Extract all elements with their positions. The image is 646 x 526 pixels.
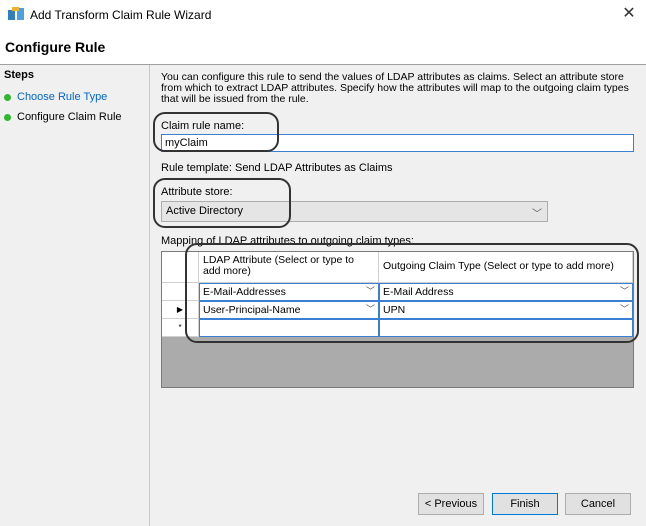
page-title: Configure Rule xyxy=(5,39,106,55)
sidebar-item-label: Choose Rule Type xyxy=(17,91,108,103)
steps-heading: Steps xyxy=(4,69,34,81)
sidebar-item-label: Configure Claim Rule xyxy=(17,111,122,123)
step-current-icon xyxy=(4,113,11,121)
close-icon[interactable]: ✕ xyxy=(620,4,638,24)
title-bar: Add Transform Claim Rule Wizard ✕ xyxy=(0,0,646,30)
cancel-button[interactable]: Cancel xyxy=(565,493,631,515)
sidebar-item-configure-claim-rule: Configure Claim Rule xyxy=(4,109,122,125)
highlight-outline xyxy=(185,243,639,343)
wizard-header: Configure Rule xyxy=(0,30,646,64)
highlight-outline xyxy=(153,178,291,228)
server-icon xyxy=(8,7,24,20)
highlight-outline xyxy=(153,112,279,152)
steps-sidebar: Steps Choose Rule Type Configure Claim R… xyxy=(0,65,150,526)
previous-button[interactable]: < Previous xyxy=(418,493,484,515)
window-title: Add Transform Claim Rule Wizard xyxy=(30,8,212,22)
sidebar-item-choose-rule-type[interactable]: Choose Rule Type xyxy=(4,89,107,105)
step-complete-icon xyxy=(4,93,11,101)
rule-template-text: Rule template: Send LDAP Attributes as C… xyxy=(161,162,393,174)
rule-description: You can configure this rule to send the … xyxy=(161,71,629,105)
finish-button[interactable]: Finish xyxy=(492,493,558,515)
chevron-down-icon[interactable]: ﹀ xyxy=(532,205,542,220)
